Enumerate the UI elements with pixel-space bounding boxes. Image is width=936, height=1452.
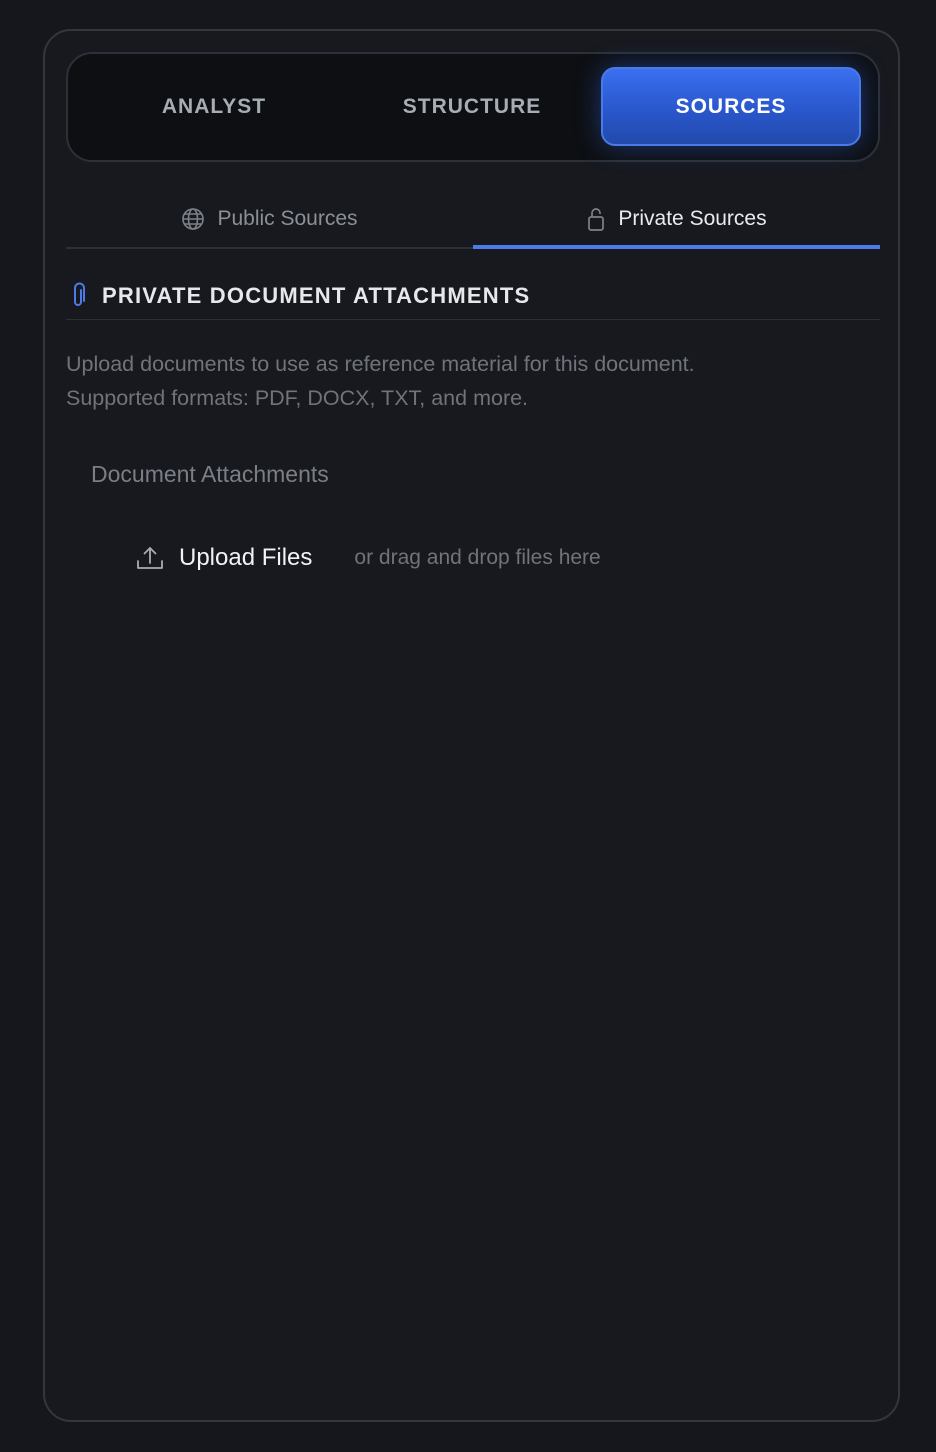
tab-private-sources[interactable]: Private Sources bbox=[473, 191, 880, 249]
section-title: PRIVATE DOCUMENT ATTACHMENTS bbox=[102, 283, 531, 308]
upload-dropzone[interactable]: Upload Files or drag and drop files here bbox=[135, 538, 601, 578]
source-tabs: Public Sources Private Sources bbox=[66, 191, 880, 249]
tab-analyst[interactable]: ANALYST bbox=[86, 54, 342, 160]
lock-icon bbox=[586, 206, 606, 232]
tab-public-sources-label: Public Sources bbox=[217, 207, 358, 230]
sources-panel: ANALYST STRUCTURE SOURCES Public Sources bbox=[43, 29, 900, 1422]
upload-icon bbox=[135, 544, 165, 572]
globe-icon bbox=[181, 207, 205, 231]
upload-files-label: Upload Files bbox=[179, 544, 313, 571]
tab-public-sources[interactable]: Public Sources bbox=[66, 191, 473, 247]
tab-structure[interactable]: STRUCTURE bbox=[344, 54, 600, 160]
section-description: Upload documents to use as reference mat… bbox=[66, 347, 866, 415]
drop-hint: or drag and drop files here bbox=[354, 546, 601, 569]
section-header: PRIVATE DOCUMENT ATTACHMENTS bbox=[66, 273, 880, 320]
paperclip-icon bbox=[70, 282, 86, 310]
tab-private-sources-label: Private Sources bbox=[618, 207, 767, 230]
description-line-1: Upload documents to use as reference mat… bbox=[66, 352, 695, 376]
upload-files-button[interactable]: Upload Files bbox=[135, 544, 312, 572]
tab-sources[interactable]: SOURCES bbox=[601, 67, 861, 146]
description-line-2: Supported formats: PDF, DOCX, TXT, and m… bbox=[66, 386, 529, 410]
mode-switch: ANALYST STRUCTURE SOURCES bbox=[66, 52, 880, 162]
document-attachments-label: Document Attachments bbox=[91, 461, 329, 487]
